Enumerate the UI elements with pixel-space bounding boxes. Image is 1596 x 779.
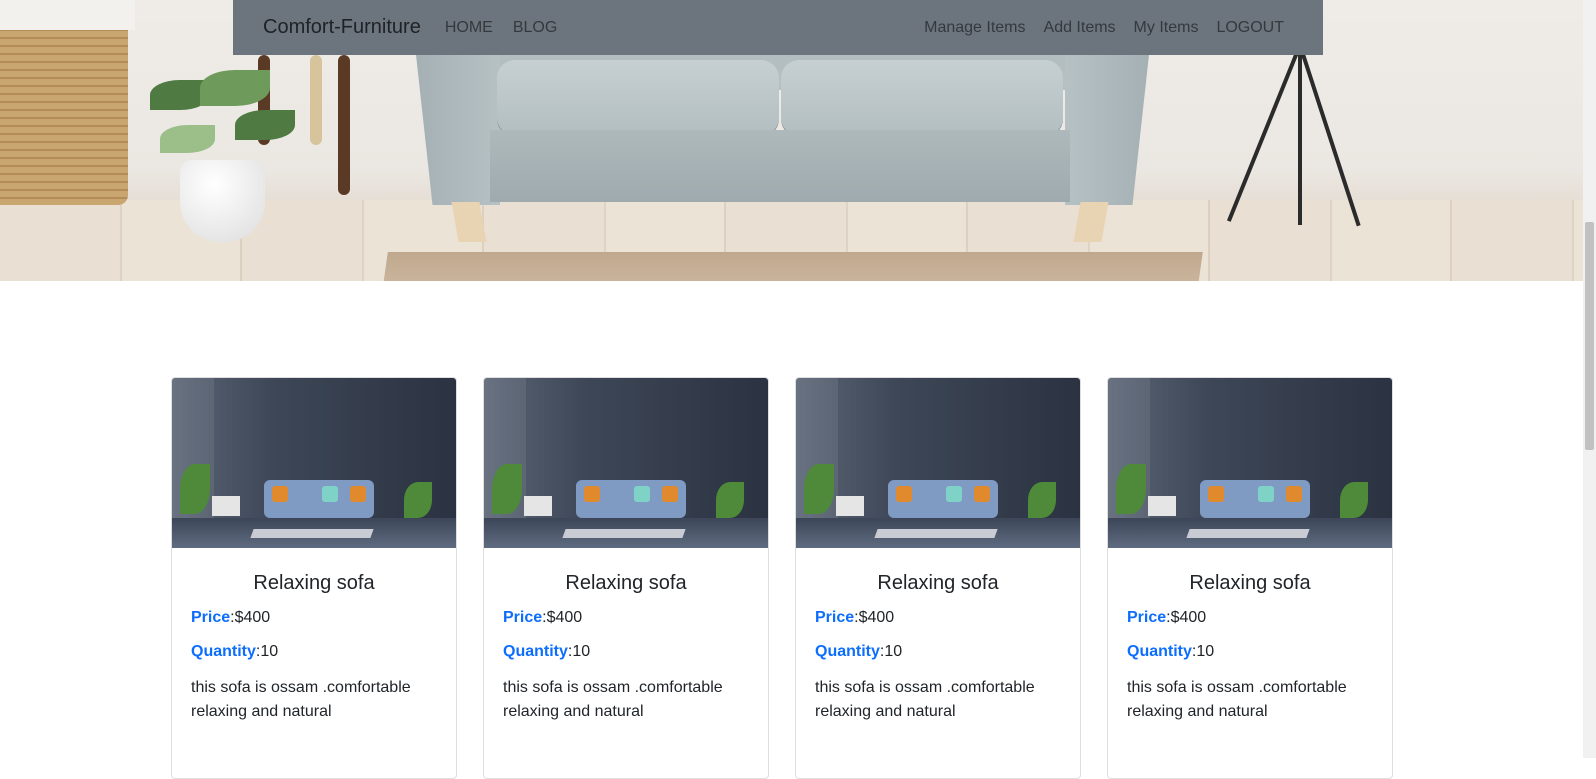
- product-title: Relaxing sofa: [1189, 572, 1311, 594]
- hero-lamp-leg: [1298, 45, 1302, 225]
- product-details: Price:$400 Quantity:10 this sofa is ossa…: [796, 609, 1080, 724]
- quantity-value: :10: [255, 643, 279, 660]
- quantity-line: Quantity:10: [815, 643, 1061, 661]
- product-image: [172, 378, 456, 548]
- quantity-line: Quantity:10: [1127, 643, 1373, 661]
- price-line: Price:$400: [503, 609, 749, 627]
- product-details: Price:$400 Quantity:10 this sofa is ossa…: [484, 609, 768, 724]
- price-value: :$400: [542, 609, 583, 626]
- product-image: [484, 378, 768, 548]
- product-description: this sofa is ossam .comfortable relaxing…: [503, 679, 723, 720]
- price-line: Price:$400: [1127, 609, 1373, 627]
- quantity-label: Quantity: [1127, 643, 1192, 660]
- scrollbar-thumb[interactable]: [1585, 222, 1594, 450]
- price-label: Price: [191, 609, 231, 626]
- nav-link-logout[interactable]: LOGOUT: [1216, 19, 1284, 37]
- hero-basket: [0, 0, 128, 205]
- hero-lamp-leg: [1226, 44, 1302, 222]
- product-image: [796, 378, 1080, 548]
- product-image: [1108, 378, 1392, 548]
- nav-link-blog[interactable]: BLOG: [513, 19, 557, 37]
- product-description: this sofa is ossam .comfortable relaxing…: [191, 679, 411, 720]
- nav-left-group: HOME BLOG: [445, 19, 557, 37]
- product-title: Relaxing sofa: [565, 572, 687, 594]
- hero-stool-leg: [310, 55, 322, 145]
- price-label: Price: [1127, 609, 1167, 626]
- quantity-value: :10: [879, 643, 903, 660]
- hero-plant-leaf: [160, 125, 215, 153]
- quantity-value: :10: [1191, 643, 1215, 660]
- product-card[interactable]: Relaxing sofa Price:$400 Quantity:10 thi…: [171, 377, 457, 779]
- quantity-line: Quantity:10: [191, 643, 437, 661]
- product-title: Relaxing sofa: [253, 572, 375, 594]
- quantity-label: Quantity: [815, 643, 880, 660]
- brand-logo-text[interactable]: Comfort-Furniture: [263, 16, 421, 39]
- quantity-label: Quantity: [503, 643, 568, 660]
- hero-stool-leg: [338, 55, 350, 195]
- product-card[interactable]: Relaxing sofa Price:$400 Quantity:10 thi…: [483, 377, 769, 779]
- product-description: this sofa is ossam .comfortable relaxing…: [815, 679, 1035, 720]
- top-navbar: Comfort-Furniture HOME BLOG Manage Items…: [233, 0, 1323, 55]
- hero-plant-leaf: [200, 70, 270, 106]
- price-label: Price: [503, 609, 543, 626]
- price-line: Price:$400: [815, 609, 1061, 627]
- product-card-grid: Relaxing sofa Price:$400 Quantity:10 thi…: [171, 377, 1413, 779]
- hero-sofa-base: [490, 130, 1070, 202]
- nav-link-add-items[interactable]: Add Items: [1044, 19, 1116, 37]
- quantity-value: :10: [567, 643, 591, 660]
- price-value: :$400: [854, 609, 895, 626]
- product-title: Relaxing sofa: [877, 572, 999, 594]
- hero-sofa-cushion: [781, 60, 1063, 135]
- product-details: Price:$400 Quantity:10 this sofa is ossa…: [1108, 609, 1392, 724]
- hero-sofa-cushion: [497, 60, 779, 135]
- hero-plant-leaf: [235, 110, 295, 140]
- nav-link-my-items[interactable]: My Items: [1134, 19, 1199, 37]
- product-card[interactable]: Relaxing sofa Price:$400 Quantity:10 thi…: [795, 377, 1081, 779]
- product-description: this sofa is ossam .comfortable relaxing…: [1127, 679, 1347, 720]
- quantity-label: Quantity: [191, 643, 256, 660]
- nav-link-manage-items[interactable]: Manage Items: [924, 19, 1025, 37]
- price-line: Price:$400: [191, 609, 437, 627]
- hero-basket-lid: [0, 0, 135, 30]
- vertical-scrollbar[interactable]: [1583, 0, 1596, 758]
- nav-link-home[interactable]: HOME: [445, 19, 493, 37]
- price-label: Price: [815, 609, 855, 626]
- price-value: :$400: [1166, 609, 1207, 626]
- hero-plant-pot: [180, 160, 265, 242]
- nav-right-group: Manage Items Add Items My Items LOGOUT: [924, 19, 1284, 37]
- hero-rug: [382, 252, 1203, 281]
- product-details: Price:$400 Quantity:10 this sofa is ossa…: [172, 609, 456, 724]
- product-card[interactable]: Relaxing sofa Price:$400 Quantity:10 thi…: [1107, 377, 1393, 779]
- quantity-line: Quantity:10: [503, 643, 749, 661]
- price-value: :$400: [230, 609, 271, 626]
